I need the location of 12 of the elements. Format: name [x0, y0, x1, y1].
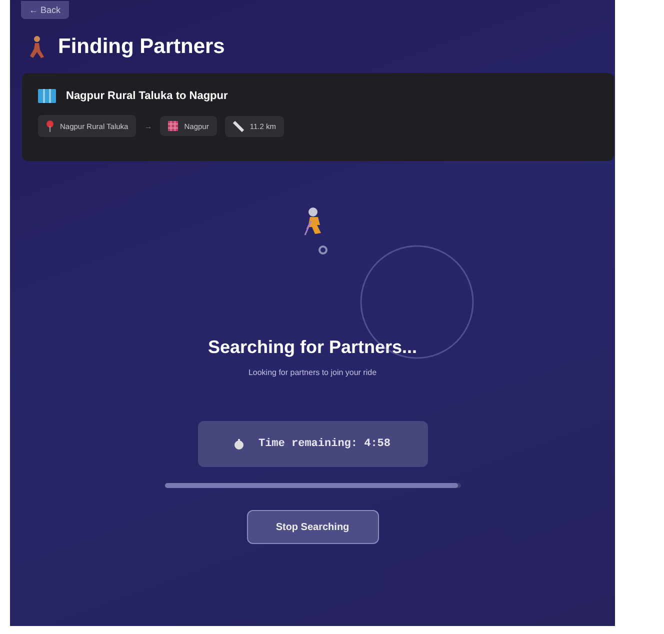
status-heading: Searching for Partners...: [208, 337, 418, 358]
ring-icon: [318, 245, 328, 255]
stop-button[interactable]: Stop Searching: [246, 510, 378, 544]
page-title: Finding Partners: [58, 35, 225, 59]
stopwatch-icon: [234, 438, 244, 450]
back-button[interactable]: ← Back: [21, 1, 69, 19]
timer-text: Time remaining: 4:58: [258, 438, 391, 450]
status-subtitle: Looking for partners to join your ride: [248, 368, 377, 377]
route-title: Nagpur Rural Taluka to Nagpur: [66, 90, 228, 102]
arrow-separator: →: [144, 122, 152, 130]
map-icon: [38, 89, 56, 103]
pin-icon: [46, 120, 54, 132]
